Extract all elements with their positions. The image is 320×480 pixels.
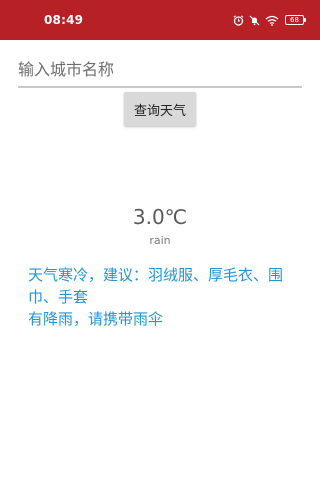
mute-icon xyxy=(249,15,260,26)
query-weather-button[interactable]: 查询天气 xyxy=(124,92,196,126)
status-time: 08:49 xyxy=(44,13,84,27)
status-bar: 08:49 68 xyxy=(0,0,320,40)
weather-condition: rain xyxy=(149,234,171,247)
status-icons: 68 xyxy=(233,12,306,28)
advice-umbrella: 有降雨，请携带雨伞 xyxy=(28,310,164,328)
alarm-icon xyxy=(233,14,244,26)
advice-clothing: 天气寒冷，建议：羽绒服、厚毛衣、围巾、手套 xyxy=(28,266,284,306)
city-input[interactable] xyxy=(18,56,302,88)
wifi-icon xyxy=(265,15,279,26)
battery-level: 68 xyxy=(290,16,299,24)
temperature-value: 3.0℃ xyxy=(132,205,188,229)
weather-advice: 天气寒冷，建议：羽绒服、厚毛衣、围巾、手套 有降雨，请携带雨伞 xyxy=(28,264,294,330)
app-screen: 08:49 68 输入城市名称 查询天气 3.0℃ rain 天气寒冷，建议：羽… xyxy=(0,0,320,480)
battery-icon: 68 xyxy=(285,15,306,25)
